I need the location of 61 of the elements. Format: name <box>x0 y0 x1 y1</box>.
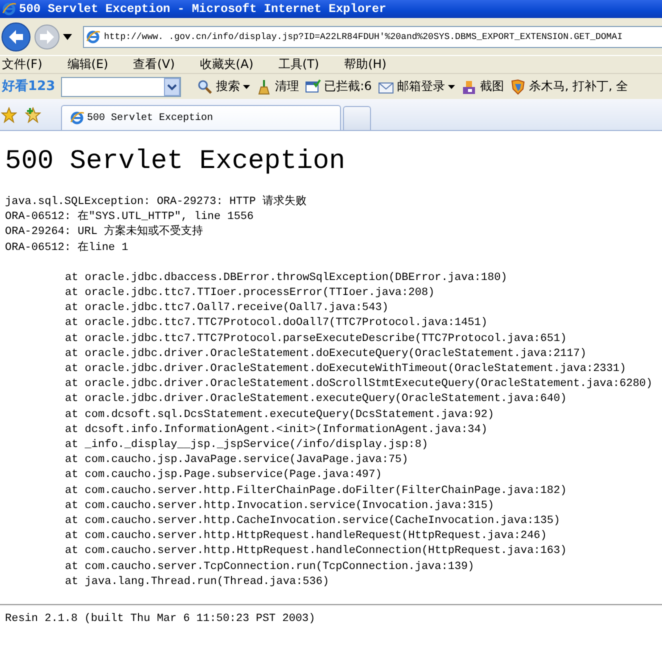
caret-icon[interactable] <box>243 84 250 88</box>
stack-trace-line: at _info._display__jsp._jspService(/info/display.jsp:8) <box>65 438 430 454</box>
menu-item[interactable]: 帮助(H) <box>342 56 396 73</box>
stack-trace-line: at com.caucho.server.http.FilterChainPage.doFilter(FilterChainPage.java:182) <box>65 484 568 499</box>
browser-tab[interactable]: 500 Servlet Exception <box>61 105 341 130</box>
stack-trace-line: at oracle.jdbc.driver.OracleStatement.executeQuery(OracleStatement.java:640) <box>65 392 568 408</box>
menu-item[interactable]: 查看(V) <box>131 56 184 73</box>
browser-logo-icon <box>2 2 16 16</box>
stack-trace-line: at com.caucho.server.http.HttpRequest.handleRequest(HttpRequest.java:246) <box>65 529 548 544</box>
page-icon <box>70 111 84 125</box>
toolbar-logo[interactable]: 好看123 <box>0 76 58 96</box>
stack-trace-line: at oracle.jdbc.driver.OracleStatement.doScrollStmtExecuteQuery(OracleStatement.java:6280) <box>65 377 654 392</box>
stack-trace-line: at com.caucho.server.http.CacheInvocation.service(CacheInvocation.java:135) <box>65 514 562 530</box>
stack-trace-line: at com.caucho.jsp.JavaPage.service(JavaPage.java:75) <box>65 453 410 468</box>
stack-trace-line: at com.dcsoft.sql.DcsStatement.executeQuery(DcsStatement.java:92) <box>65 408 496 423</box>
stack-trace-line: at oracle.jdbc.driver.OracleStatement.doExecuteQuery(OracleStatement.java:2117) <box>65 346 588 362</box>
stack-trace-line: at com.caucho.server.TcpConnection.run(TcpConnection.java:139) <box>65 560 476 575</box>
caret-icon[interactable] <box>63 34 72 40</box>
address-field[interactable]: http://www. .gov.cn/info/display.jsp?ID=A22LR84FDUH'%20and%20SYS.DBMS_EXPORT_EXTENSION.GET_DOMAI <box>83 26 662 48</box>
toolbar-button[interactable]: 搜索 <box>195 78 252 95</box>
menu-item[interactable]: 工具(T) <box>276 56 328 73</box>
broom-icon <box>256 78 272 94</box>
stack-trace-line: at com.caucho.server.http.Invocation.service(Invocation.java:315) <box>65 498 496 514</box>
stack-trace-line: at dcsoft.info.InformationAgent.<init>(InformationAgent.java:34) <box>65 422 488 438</box>
add-star-icon[interactable] <box>25 106 41 122</box>
stack-trace-line: at com.caucho.jsp.Page.subservice(Page.java:497) <box>65 468 383 484</box>
toolbar-button[interactable]: 杀木马, 打补丁, 全 <box>508 78 630 95</box>
toolbar-button[interactable]: 截图 <box>458 78 506 95</box>
toolbar-button[interactable]: 清理 <box>254 78 302 95</box>
new-tab-button[interactable] <box>343 106 371 130</box>
menu-item[interactable]: 编辑(E) <box>65 56 118 73</box>
shield-icon <box>510 78 526 94</box>
stack-trace-line: at oracle.jdbc.ttc7.TTIoer.processError(TTIoer.java:208) <box>65 286 436 302</box>
error-message: ORA-06512: 在"SYS.UTL_HTTP", line 1556 <box>5 210 255 224</box>
error-message: ORA-06512: 在line 1 <box>5 240 130 256</box>
stack-trace-line: at java.lang.Thread.run(Thread.java:536) <box>65 574 330 590</box>
server-footer: Resin 2.1.8 (built Thu Mar 6 11:50:23 PST 2003) <box>5 612 662 628</box>
page-heading: 500 Servlet Exception <box>5 147 346 177</box>
error-message: ORA-29264: URL 方案未知或不受支持 <box>5 225 204 240</box>
stack-trace-line: at oracle.jdbc.ttc7.TTC7Protocol.parseExecuteDescribe(TTC7Protocol.java:651) <box>65 332 568 347</box>
magnifier-icon <box>197 78 214 94</box>
page-icon <box>86 30 100 44</box>
toolbar-button[interactable]: 已拦截:6 <box>303 78 374 95</box>
menu-item[interactable]: 文件(F) <box>0 56 52 73</box>
star-icon[interactable] <box>1 106 17 122</box>
stack-trace-line: at com.caucho.server.http.HttpRequest.handleConnection(HttpRequest.java:163) <box>65 544 568 560</box>
stack-trace-line: at oracle.jdbc.ttc7.TTC7Protocol.doOall7(TTC7Protocol.java:1451) <box>65 316 488 332</box>
toolbar-button[interactable]: 邮箱登录 <box>376 78 457 95</box>
error-message: java.sql.SQLException: ORA-29273: HTTP 请求失败 <box>5 195 308 210</box>
search-field[interactable] <box>61 76 182 96</box>
stack-trace-line: at oracle.jdbc.ttc7.Oall7.receive(Oall7.java:543) <box>65 301 390 316</box>
stack-trace-line: at oracle.jdbc.dbaccess.DBError.throwSqlException(DBError.java:180) <box>65 270 508 286</box>
menu-item[interactable]: 收藏夹(A) <box>198 56 262 73</box>
url-text: http://www. .gov.cn/info/display.jsp?ID=A22LR84FDUH'%20and%20SYS.DBMS_EXPORT_EXTENSION.GET_DOMAI <box>104 32 622 42</box>
screenshot-icon <box>460 78 477 94</box>
back-button[interactable] <box>1 22 31 52</box>
window-check-icon <box>305 78 322 94</box>
dropdown-caret-icon <box>164 78 180 96</box>
caret-icon[interactable] <box>448 84 455 88</box>
window-title: 500 Servlet Exception - Microsoft Internet Explorer <box>19 2 386 16</box>
stack-trace-line: at oracle.jdbc.driver.OracleStatement.doExecuteWithTimeout(OracleStatement.java:2331) <box>65 362 628 378</box>
